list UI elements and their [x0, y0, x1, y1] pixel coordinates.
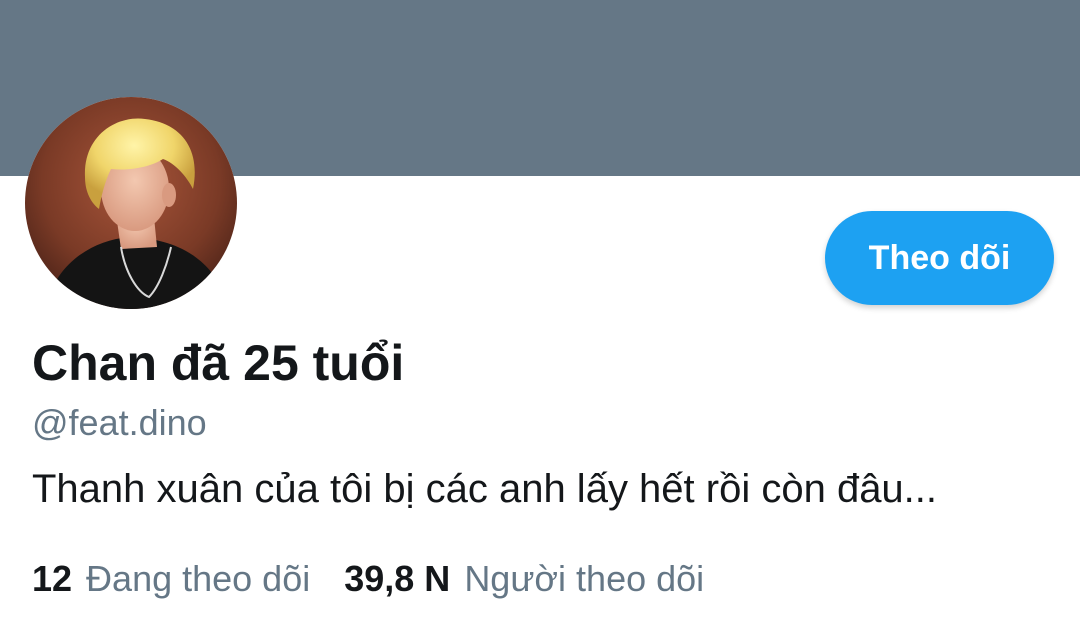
avatar[interactable]: [25, 97, 237, 309]
followers-label: Người theo dõi: [464, 558, 705, 599]
profile-page: Theo dõi Chan đã 25 tuổi @feat.dino Than…: [0, 0, 1080, 638]
followers-stat[interactable]: 39,8 N Người theo dõi: [344, 558, 738, 600]
profile-bio: Thanh xuân của tôi bị các anh lấy hết rồ…: [32, 467, 938, 511]
profile-handle: @feat.dino: [32, 402, 207, 443]
following-label: Đang theo dõi: [86, 558, 311, 599]
followers-count: 39,8 N: [344, 558, 451, 599]
following-count: 12: [32, 558, 73, 599]
profile-stats: 12 Đang theo dõi 39,8 N Người theo dõi: [32, 558, 738, 600]
follow-button[interactable]: Theo dõi: [825, 211, 1054, 305]
following-stat[interactable]: 12 Đang theo dõi: [32, 558, 344, 600]
avatar-photo: [25, 97, 237, 309]
display-name: Chan đã 25 tuổi: [32, 335, 405, 391]
